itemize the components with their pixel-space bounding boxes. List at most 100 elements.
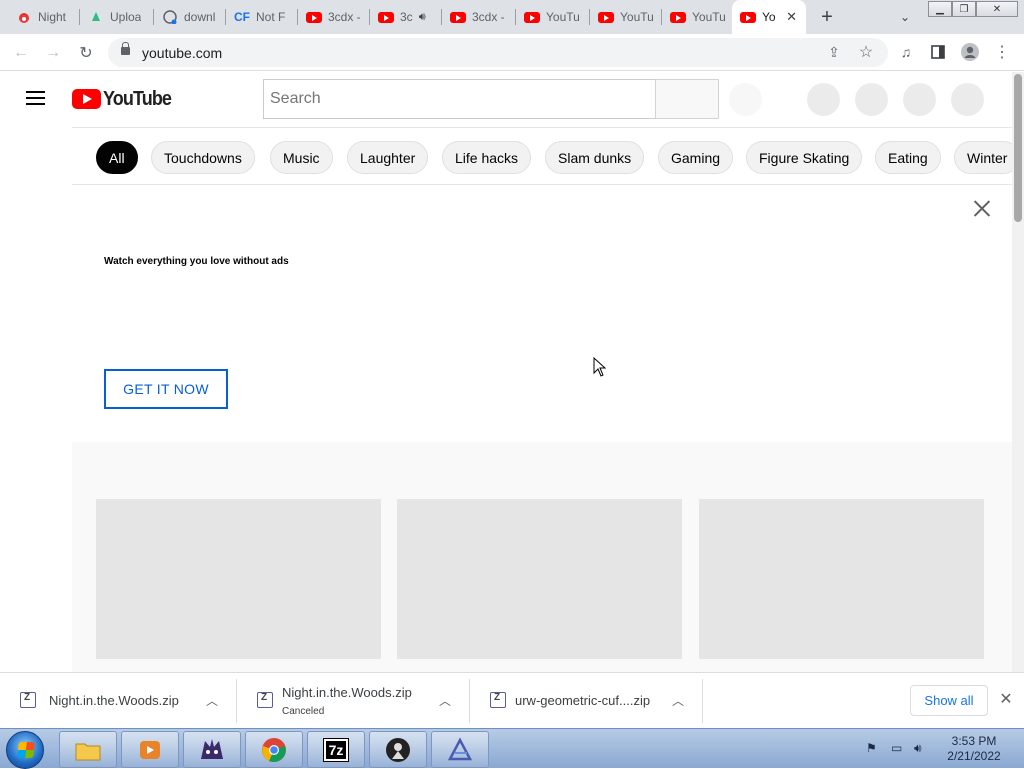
chip-laughter[interactable]: Laughter (347, 141, 429, 174)
chevron-up-icon[interactable]: ︿ (672, 692, 686, 708)
new-tab-button[interactable]: + (816, 6, 838, 28)
clock-date: 2/21/2022 (947, 749, 1001, 763)
tab-title: YouTu (692, 10, 726, 24)
youtube-icon (740, 9, 756, 25)
youtube-icon (378, 9, 394, 25)
tab-title: downl (184, 10, 216, 24)
get-it-now-button[interactable]: GET IT NOW (104, 369, 228, 409)
ad-banner-text: Watch everything you love without ads (104, 256, 289, 267)
search-input[interactable] (264, 80, 655, 118)
hamburger-menu-icon[interactable] (26, 91, 46, 107)
start-button[interactable] (6, 731, 44, 769)
tab-upload[interactable]: Uploa (80, 0, 154, 34)
chip-all[interactable]: All (96, 141, 138, 174)
7zip-icon[interactable]: 7z (307, 731, 365, 768)
tab-close-icon[interactable]: ✕ (784, 9, 800, 25)
youtube-icon (450, 9, 466, 25)
youtube-wordmark: YouTube (103, 87, 172, 110)
chip-winter[interactable]: Winter (954, 141, 1012, 174)
header-icon-placeholder[interactable] (807, 83, 840, 116)
search-button[interactable] (655, 79, 719, 119)
download-item[interactable]: urw-geometric-cuf....zip ︿ (470, 679, 703, 723)
header-icon-placeholder[interactable] (855, 83, 888, 116)
avatar-placeholder[interactable] (951, 83, 984, 116)
close-download-bar-icon[interactable]: ✕ (998, 691, 1014, 708)
tab-not-found[interactable]: CF Not F (226, 0, 298, 34)
clock-time: 3:53 PM (951, 734, 997, 748)
search-box[interactable] (263, 79, 656, 119)
tab-3cdx-1[interactable]: 3cdx - (298, 0, 370, 34)
7zip-label: 7z (322, 737, 350, 762)
network-icon[interactable]: ▭ (891, 741, 902, 755)
side-panel-icon[interactable] (928, 42, 948, 62)
browser-toolbar: ← → ↻ youtube.com ⇪ ☆ ♫ ⋮ (0, 34, 1024, 71)
volume-icon[interactable]: 🔊︎ (914, 741, 922, 756)
address-bar[interactable]: youtube.com ⇪ ☆ (108, 38, 888, 67)
video-thumbnail-placeholder[interactable] (699, 499, 984, 659)
chip-life-hacks[interactable]: Life hacks (442, 141, 532, 174)
tab-3cdx-audio[interactable]: 3c 🔊︎ (370, 0, 442, 34)
forward-arrow-icon[interactable]: → (42, 42, 64, 64)
tab-youtube-active[interactable]: Yo ✕ (732, 0, 806, 34)
mouse-cursor-icon (593, 357, 607, 377)
app-icon[interactable] (431, 731, 489, 768)
tab-title: Night (38, 10, 67, 24)
menu-kebab-icon[interactable]: ⋮ (992, 42, 1012, 62)
reload-icon[interactable]: ↻ (75, 42, 97, 64)
tab-title: YouTu (620, 10, 654, 24)
scrollbar-thumb[interactable] (1014, 74, 1022, 222)
chip-gaming[interactable]: Gaming (658, 141, 734, 174)
minimize-button[interactable]: ▁ (928, 1, 952, 17)
tab-night[interactable]: Night (8, 0, 80, 34)
chrome-icon[interactable] (245, 731, 303, 768)
chevron-up-icon[interactable]: ︿ (206, 692, 220, 708)
header-icon-placeholder[interactable] (903, 83, 936, 116)
game-icon[interactable] (183, 731, 241, 768)
person-icon[interactable] (369, 731, 427, 768)
restore-button[interactable]: ❐ (952, 1, 976, 17)
youtube-logo[interactable]: YouTube (72, 87, 179, 110)
page-scrollbar[interactable] (1012, 72, 1024, 672)
share-icon[interactable]: ⇪ (824, 42, 844, 62)
tab-3cdx-2[interactable]: 3cdx - (442, 0, 516, 34)
tab-download[interactable]: downl (154, 0, 226, 34)
tab-youtube-2[interactable]: YouTu (590, 0, 662, 34)
tab-youtube-1[interactable]: YouTu (516, 0, 590, 34)
media-player-icon[interactable] (121, 731, 179, 768)
show-all-button[interactable]: Show all (910, 685, 988, 716)
tab-title: 3c (400, 10, 413, 24)
chip-slam-dunks[interactable]: Slam dunks (545, 141, 645, 174)
system-clock[interactable]: 3:53 PM 2/21/2022 (944, 734, 1004, 764)
flag-icon[interactable]: ⚑ (866, 741, 877, 755)
zip-file-icon (490, 692, 506, 708)
download-item[interactable]: Night.in.the.Woods.zip Canceled ︿ (237, 679, 470, 723)
lock-icon[interactable] (121, 42, 130, 55)
tab-title: YouTu (546, 10, 580, 24)
mic-placeholder[interactable] (729, 83, 762, 116)
close-icon[interactable] (972, 198, 992, 218)
video-thumbnail-placeholder[interactable] (96, 499, 381, 659)
teal-logo-icon (88, 9, 104, 25)
video-thumbnail-placeholder[interactable] (397, 499, 682, 659)
download-item[interactable]: Night.in.the.Woods.zip ︿ (0, 679, 237, 723)
folder-icon[interactable] (59, 731, 117, 768)
tab-youtube-3[interactable]: YouTu (662, 0, 732, 34)
chevron-up-icon[interactable]: ︿ (439, 692, 453, 708)
url-text[interactable]: youtube.com (142, 45, 222, 61)
download-status: Canceled (282, 706, 325, 717)
back-arrow-icon[interactable]: ← (10, 42, 32, 64)
tab-search-icon[interactable]: ⌄ (896, 8, 914, 26)
youtube-icon (524, 9, 540, 25)
youtube-play-icon (72, 89, 101, 109)
chip-touchdowns[interactable]: Touchdowns (151, 141, 255, 174)
chip-eating[interactable]: Eating (875, 141, 941, 174)
close-window-button[interactable]: ✕ (976, 1, 1018, 17)
tab-title: Uploa (110, 10, 142, 24)
chip-music[interactable]: Music (270, 141, 333, 174)
download-filename: Night.in.the.Woods.zip (49, 693, 179, 708)
media-control-icon[interactable]: ♫ (896, 42, 916, 62)
speaker-icon[interactable]: 🔊︎ (419, 11, 426, 24)
chip-figure-skating[interactable]: Figure Skating (746, 141, 863, 174)
profile-avatar-icon[interactable] (960, 42, 980, 62)
bookmark-star-icon[interactable]: ☆ (856, 42, 876, 62)
